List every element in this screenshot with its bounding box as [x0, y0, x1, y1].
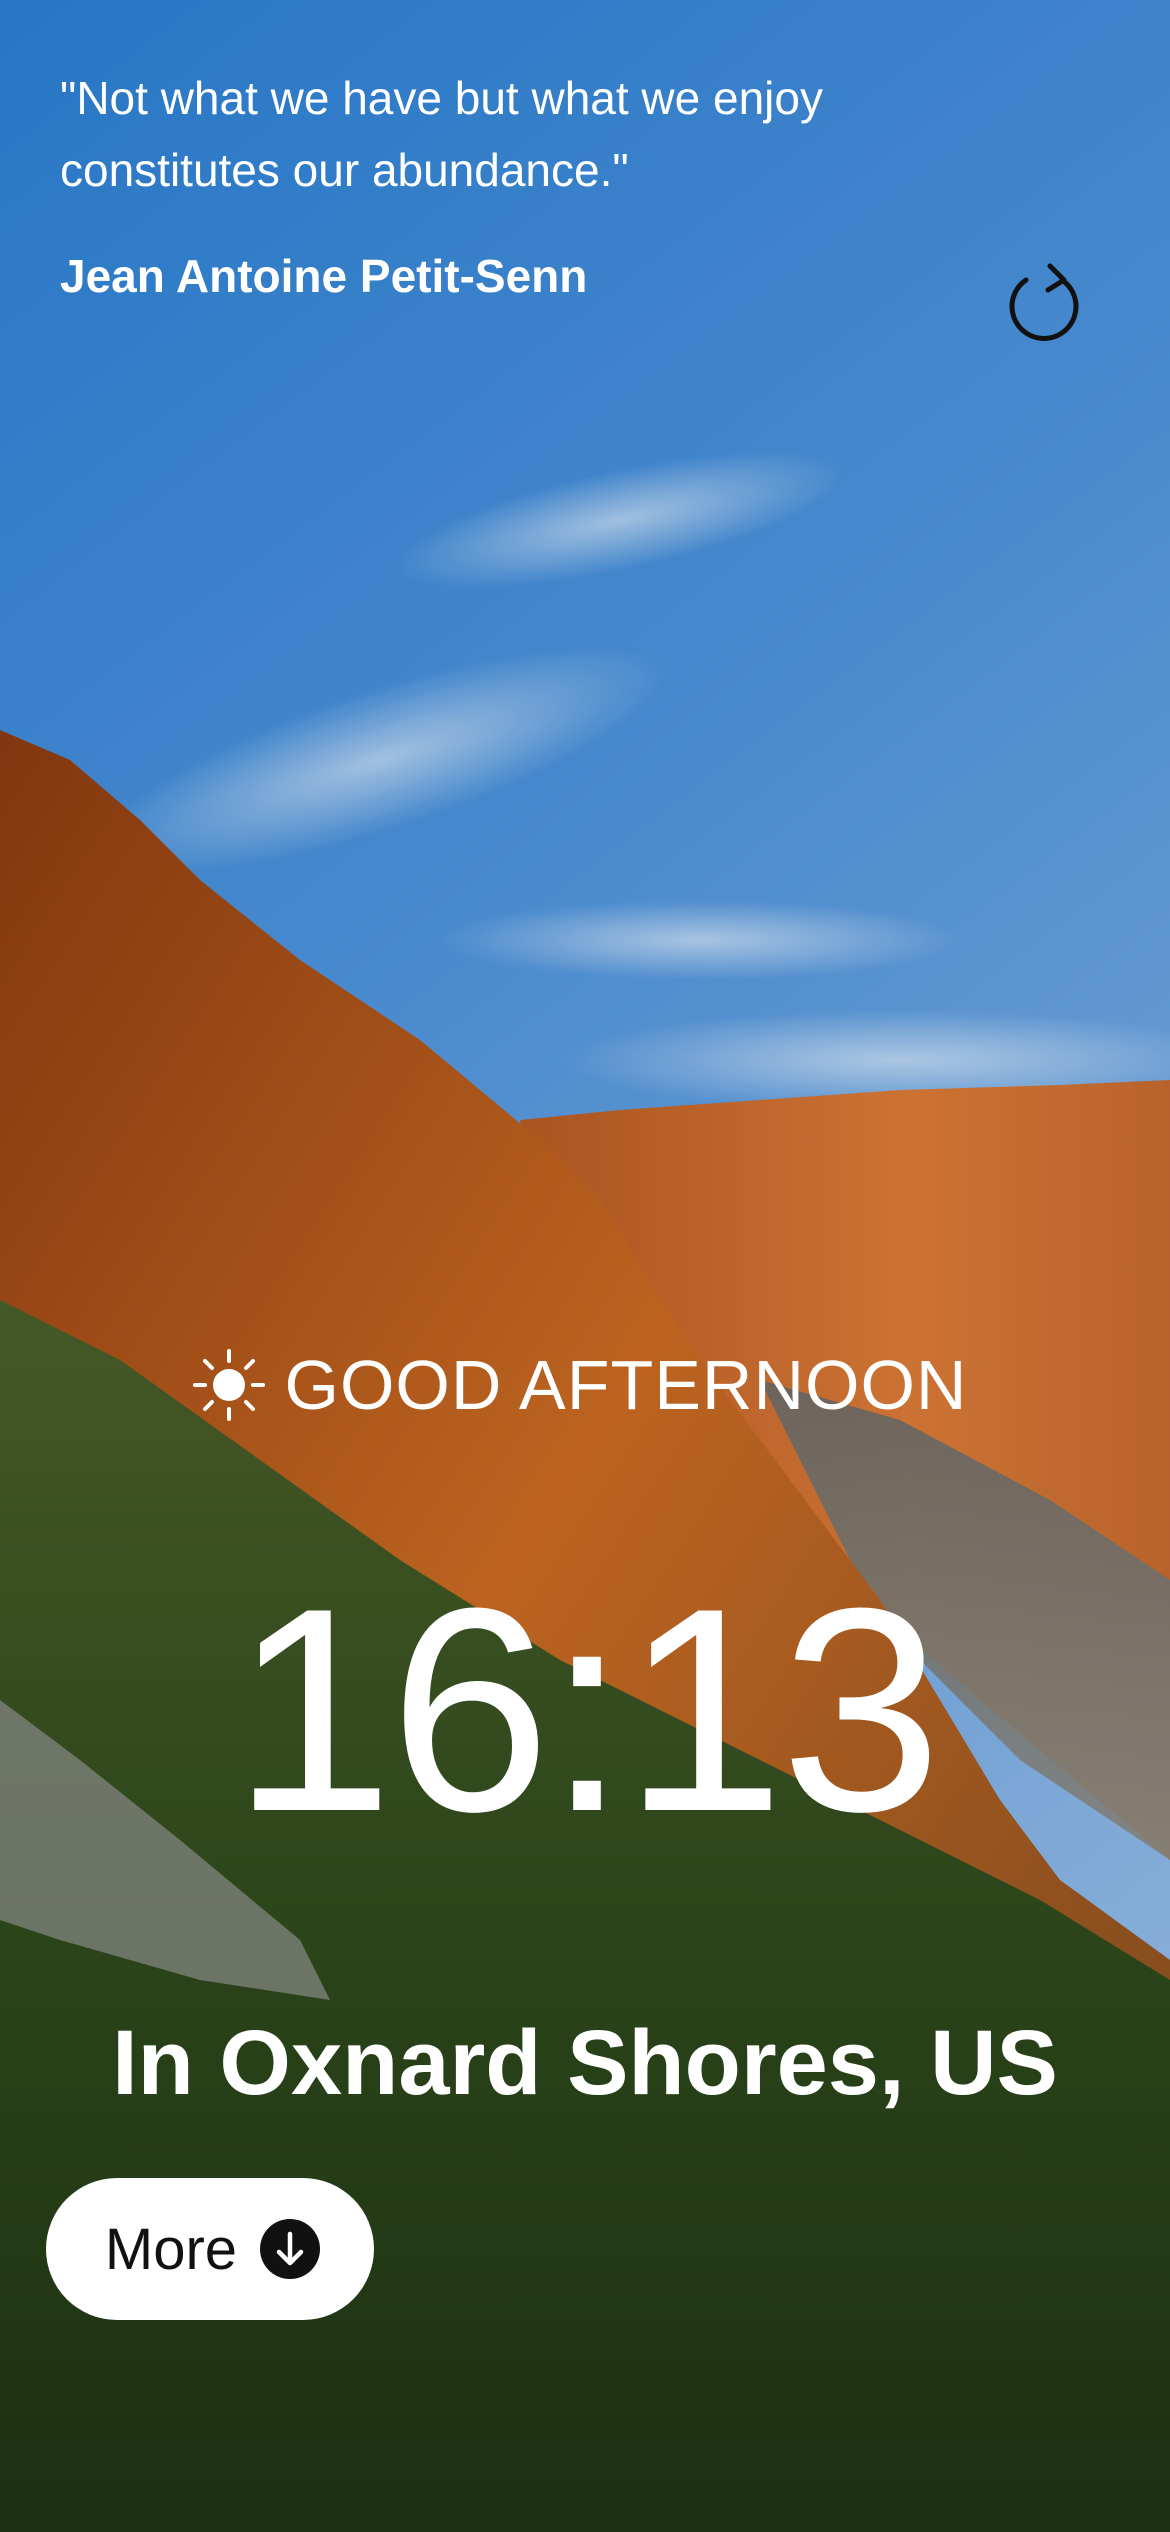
- more-button-label: More: [104, 2216, 238, 2282]
- more-button[interactable]: More: [46, 2178, 374, 2320]
- quote-author: Jean Antoine Petit-Senn: [60, 250, 588, 302]
- greeting: GOOD AFTERNOON: [0, 1345, 1170, 1425]
- quote-block: "Not what we have but what we enjoy cons…: [60, 62, 960, 304]
- clock-time: 16:13: [232, 1548, 942, 1872]
- refresh-quote-button[interactable]: [1002, 262, 1086, 346]
- location-text: In Oxnard Shores, US: [112, 2012, 1058, 2114]
- greeting-text: GOOD AFTERNOON: [284, 1346, 968, 1424]
- arrow-down-circle-icon: [260, 2219, 321, 2279]
- background-landscape-image: [0, 0, 1170, 2532]
- refresh-icon: [1009, 263, 1079, 341]
- quote-text: "Not what we have but what we enjoy cons…: [60, 72, 823, 196]
- sun-icon: [192, 1349, 265, 1421]
